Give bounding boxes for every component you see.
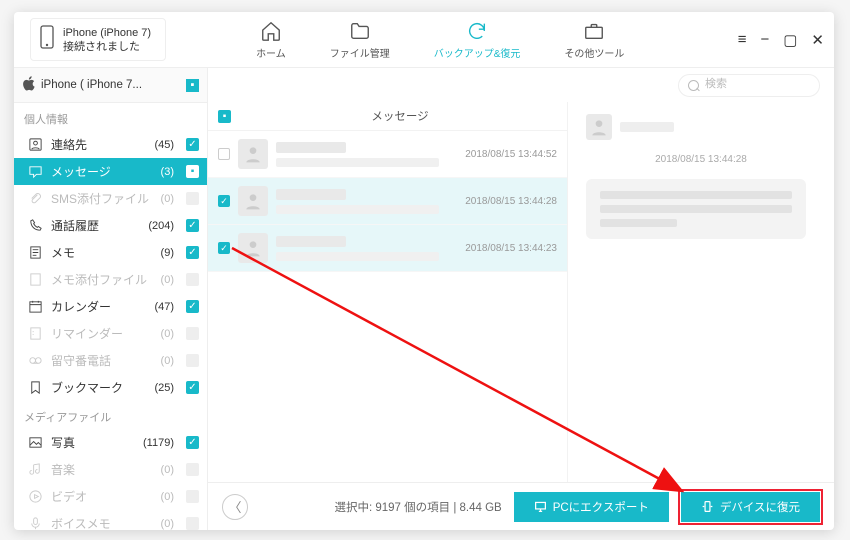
nav-backup-restore[interactable]: バックアップ&復元 xyxy=(434,20,521,60)
group-media: メディアファイル xyxy=(14,401,207,429)
close-icon[interactable]: ✕ xyxy=(811,31,824,49)
notes-icon xyxy=(28,245,43,260)
phone-icon xyxy=(39,25,55,54)
message-bubble xyxy=(586,179,806,239)
cat-music[interactable]: 音楽(0) xyxy=(14,456,207,483)
mic-icon xyxy=(28,516,43,530)
device-status: 接続されました xyxy=(63,40,151,54)
msg-check[interactable]: ✓ xyxy=(218,195,230,207)
contacts-icon xyxy=(28,137,43,152)
music-icon xyxy=(28,462,43,477)
reminder-icon xyxy=(28,326,43,341)
back-button[interactable]: 〈 xyxy=(222,494,248,520)
preview-date: 2018/08/15 13:44:28 xyxy=(586,154,816,165)
preview-header xyxy=(586,114,816,140)
nav-files[interactable]: ファイル管理 xyxy=(330,20,390,60)
attach-icon xyxy=(28,191,43,206)
cat-voicememo[interactable]: ボイスメモ(0) xyxy=(14,510,207,530)
minimize-icon[interactable]: − xyxy=(760,31,769,49)
restore-device-button[interactable]: デバイスに復元 xyxy=(681,492,820,522)
avatar-icon xyxy=(586,114,612,140)
select-all-check[interactable]: ▪ xyxy=(218,110,231,123)
menu-icon[interactable]: ≡ xyxy=(738,31,747,49)
cat-voicemail[interactable]: 留守番電話(0) xyxy=(14,347,207,374)
msg-list-header: ▪ メッセージ xyxy=(208,102,567,131)
cat-notes[interactable]: メモ(9)✓ xyxy=(14,239,207,266)
msg-item[interactable]: ✓ 2018/08/15 13:44:28 xyxy=(208,178,567,225)
selection-status: 選択中: 9197 個の項目 | 8.44 GB xyxy=(334,499,501,515)
msg-item[interactable]: ✓ 2018/08/15 13:44:23 xyxy=(208,225,567,272)
device-check-icon[interactable]: ▪ xyxy=(186,79,199,92)
msg-item[interactable]: 2018/08/15 13:44:52 xyxy=(208,131,567,178)
avatar-icon xyxy=(238,186,268,216)
device-name: iPhone (iPhone 7) xyxy=(63,26,151,40)
avatar-icon xyxy=(238,233,268,263)
msg-check[interactable]: ✓ xyxy=(218,242,230,254)
voicemail-icon xyxy=(28,353,43,368)
messages-icon xyxy=(28,164,43,179)
calendar-icon xyxy=(28,299,43,314)
nav-tools[interactable]: その他ツール xyxy=(564,20,624,60)
cat-contacts[interactable]: 連絡先(45)✓ xyxy=(14,131,207,158)
photos-icon xyxy=(28,435,43,450)
nav-home[interactable]: ホーム xyxy=(256,20,286,60)
phone-icon xyxy=(28,218,43,233)
export-pc-button[interactable]: PCにエクスポート xyxy=(514,492,669,522)
group-personal: 個人情報 xyxy=(14,103,207,131)
cat-messages[interactable]: メッセージ(3)▪ xyxy=(14,158,207,185)
video-icon xyxy=(28,489,43,504)
cat-video[interactable]: ビデオ(0) xyxy=(14,483,207,510)
cat-photos[interactable]: 写真(1179)✓ xyxy=(14,429,207,456)
restore-icon xyxy=(701,500,714,513)
apple-icon xyxy=(22,76,35,94)
cat-sms-attach[interactable]: SMS添付ファイル(0) xyxy=(14,185,207,212)
avatar-icon xyxy=(238,139,268,169)
device-selector[interactable]: iPhone ( iPhone 7... ▪ xyxy=(14,68,207,103)
bookmark-icon xyxy=(28,380,43,395)
cat-reminder[interactable]: リマインダー(0) xyxy=(14,320,207,347)
cat-calendar[interactable]: カレンダー(47)✓ xyxy=(14,293,207,320)
cat-bookmarks[interactable]: ブックマーク(25)✓ xyxy=(14,374,207,401)
attach-icon xyxy=(28,272,43,287)
cat-callhist[interactable]: 通話履歴(204)✓ xyxy=(14,212,207,239)
search-input[interactable]: 検索 xyxy=(678,74,820,97)
monitor-icon xyxy=(534,500,547,513)
cat-note-attach[interactable]: メモ添付ファイル(0) xyxy=(14,266,207,293)
maximize-icon[interactable]: ▢ xyxy=(783,31,797,49)
device-indicator: iPhone (iPhone 7) 接続されました xyxy=(30,18,166,61)
msg-check[interactable] xyxy=(218,148,230,160)
